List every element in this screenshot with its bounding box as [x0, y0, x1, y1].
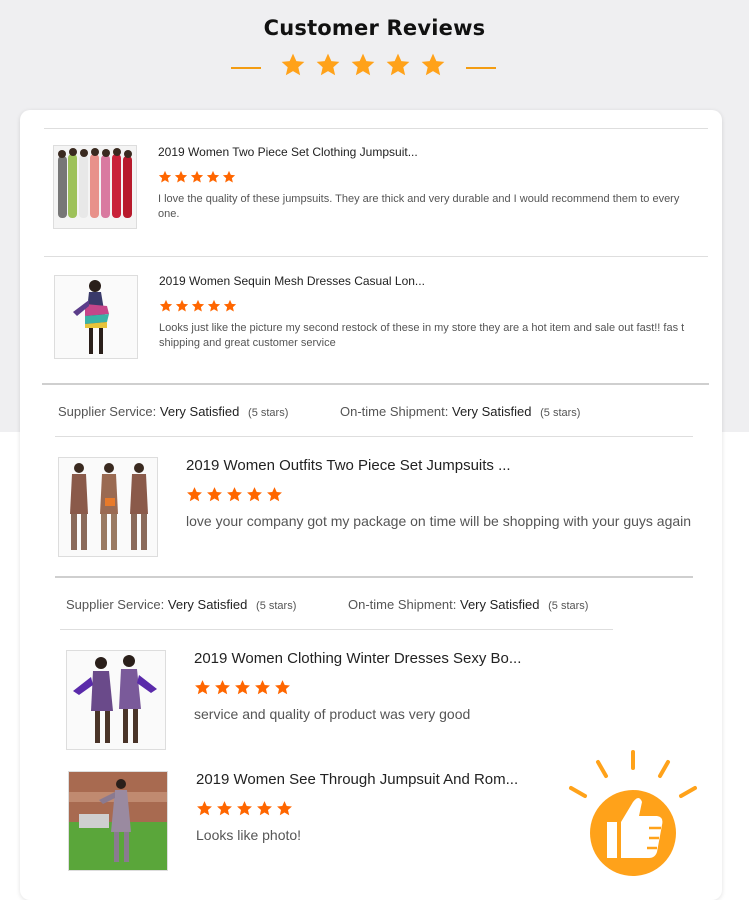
star-icon: [215, 680, 230, 695]
star-icon: [267, 487, 282, 502]
product-thumbnail[interactable]: [53, 145, 137, 229]
star-icon: [281, 53, 305, 76]
star-icon: [197, 801, 212, 816]
product-thumbnail[interactable]: [68, 771, 168, 871]
star-icon: [247, 487, 262, 502]
star-icon: [257, 801, 272, 816]
shipment-rating: On-time Shipment: Very Satisfied (5 star…: [340, 404, 581, 419]
shipment-rating: On-time Shipment: Very Satisfied (5 star…: [348, 597, 589, 612]
title-divider-left: [231, 67, 261, 69]
rating-stars: [186, 486, 283, 503]
star-icon: [316, 53, 340, 76]
star-icon: [217, 801, 232, 816]
star-icon: [195, 680, 210, 695]
review-text: I love the quality of these jumpsuits. T…: [158, 193, 680, 220]
product-title[interactable]: 2019 Women See Through Jumpsuit And Rom.…: [196, 771, 518, 788]
rating-stars: [158, 170, 236, 184]
star-icon: [421, 53, 445, 76]
star-icon: [190, 170, 204, 183]
review-text: love your company got my package on time…: [186, 513, 692, 529]
product-title[interactable]: 2019 Women Sequin Mesh Dresses Casual Lo…: [159, 274, 425, 288]
review-text: Looks like photo!: [196, 827, 302, 843]
divider: [44, 128, 708, 129]
title-divider-right: [466, 67, 496, 69]
title-rating-stars: [280, 52, 446, 80]
star-icon: [223, 299, 237, 312]
star-icon: [207, 299, 221, 312]
star-icon: [277, 801, 292, 816]
rating-stars: [196, 800, 293, 817]
rating-stars: [159, 299, 237, 313]
star-icon: [206, 170, 220, 183]
product-thumbnail[interactable]: [54, 275, 138, 359]
divider: [60, 629, 613, 630]
thumbs-up-icon: [563, 748, 703, 878]
star-icon: [235, 680, 250, 695]
section-divider: [42, 383, 709, 385]
star-icon: [227, 487, 242, 502]
review-text: Looks just like the picture my second re…: [159, 322, 685, 349]
section-divider: [55, 576, 693, 578]
rating-stars: [194, 679, 291, 696]
supplier-service-rating: Supplier Service: Very Satisfied (5 star…: [66, 597, 297, 612]
page-title: Customer Reviews: [263, 16, 486, 40]
star-icon: [174, 170, 188, 183]
star-icon: [175, 299, 189, 312]
product-thumbnail[interactable]: [58, 457, 158, 557]
divider: [55, 436, 693, 437]
star-icon: [237, 801, 252, 816]
star-icon: [222, 170, 236, 183]
star-icon: [275, 680, 290, 695]
supplier-service-rating: Supplier Service: Very Satisfied (5 star…: [58, 404, 289, 419]
star-icon: [158, 170, 172, 183]
review-text: service and quality of product was very …: [194, 706, 471, 722]
product-thumbnail[interactable]: [66, 650, 166, 750]
star-icon: [207, 487, 222, 502]
star-icon: [187, 487, 202, 502]
product-title[interactable]: 2019 Women Outfits Two Piece Set Jumpsui…: [186, 457, 511, 474]
divider: [44, 256, 708, 257]
star-icon: [386, 53, 410, 76]
star-icon: [351, 53, 375, 76]
product-title[interactable]: 2019 Women Clothing Winter Dresses Sexy …: [194, 650, 521, 667]
product-title[interactable]: 2019 Women Two Piece Set Clothing Jumpsu…: [158, 145, 418, 159]
star-icon: [255, 680, 270, 695]
star-icon: [159, 299, 173, 312]
star-icon: [191, 299, 205, 312]
